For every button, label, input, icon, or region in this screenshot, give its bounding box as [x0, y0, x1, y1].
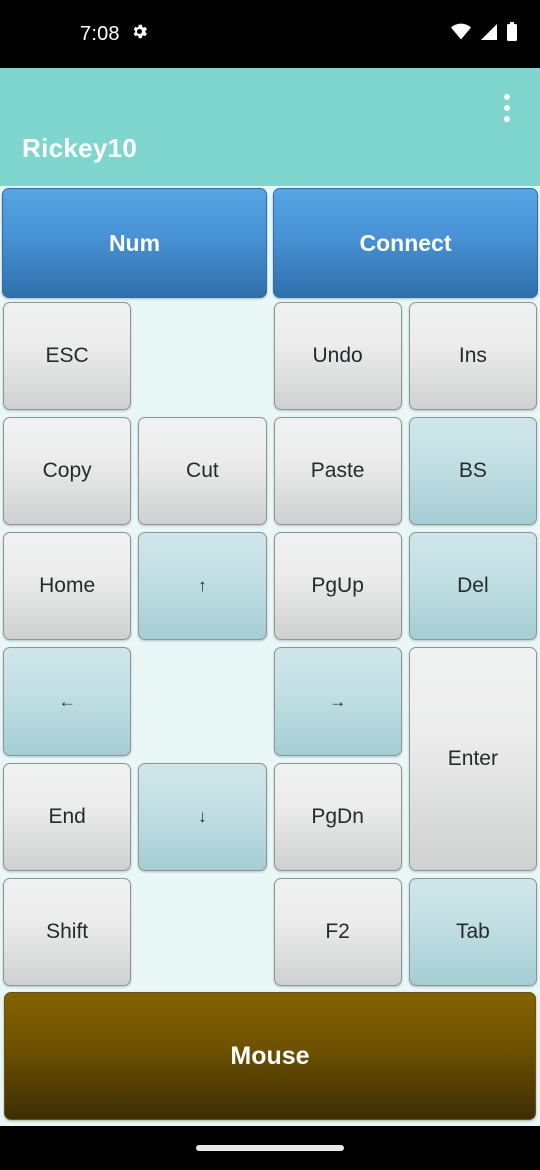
overflow-dot [504, 105, 510, 111]
num-button[interactable]: Num [2, 188, 267, 298]
status-bar-clock: 7:08 [80, 22, 120, 45]
key-arrow-up[interactable]: ↑ [138, 532, 267, 641]
status-bar: 7:08 [0, 0, 540, 68]
key-copy[interactable]: Copy [3, 417, 132, 526]
key-pgdn[interactable]: PgDn [273, 762, 402, 871]
status-bar-left: 7:08 [80, 22, 149, 46]
app-bar: Rickey10 [0, 68, 540, 186]
keypad-grid: ESC Undo Ins Copy Cut Paste BS Home ↑ PgUp Del ← → En… [0, 298, 540, 988]
key-empty-r1c2 [138, 302, 266, 410]
top-button-row: Num Connect [0, 186, 540, 298]
key-cut[interactable]: Cut [138, 417, 267, 526]
system-navigation-bar [0, 1126, 540, 1170]
key-tab[interactable]: Tab [408, 877, 537, 986]
key-end[interactable]: End [3, 762, 132, 871]
settings-gear-icon [130, 22, 149, 46]
key-empty-r4c2 [138, 647, 266, 755]
key-arrow-left[interactable]: ← [3, 647, 132, 756]
key-arrow-right[interactable]: → [273, 647, 402, 756]
key-delete[interactable]: Del [408, 532, 537, 641]
key-shift[interactable]: Shift [3, 877, 132, 986]
overflow-menu-icon[interactable] [492, 90, 522, 126]
key-arrow-down[interactable]: ↓ [138, 762, 267, 871]
key-backspace[interactable]: BS [408, 417, 537, 526]
overflow-dot [504, 116, 510, 122]
key-esc[interactable]: ESC [3, 302, 132, 411]
mouse-button[interactable]: Mouse [4, 992, 536, 1120]
overflow-dot [504, 94, 510, 100]
key-home[interactable]: Home [3, 532, 132, 641]
key-empty-r6c2 [138, 878, 266, 986]
connect-button[interactable]: Connect [273, 188, 538, 298]
cellular-signal-icon [479, 23, 499, 46]
key-ins[interactable]: Ins [408, 302, 537, 411]
key-undo[interactable]: Undo [273, 302, 402, 411]
wifi-icon [450, 23, 472, 46]
key-pgup[interactable]: PgUp [273, 532, 402, 641]
key-enter[interactable]: Enter [408, 647, 537, 871]
home-gesture-pill[interactable] [196, 1145, 344, 1151]
status-bar-right [450, 21, 518, 47]
key-paste[interactable]: Paste [273, 417, 402, 526]
key-f2[interactable]: F2 [273, 877, 402, 986]
page-title: Rickey10 [22, 133, 138, 163]
battery-icon [506, 21, 518, 47]
